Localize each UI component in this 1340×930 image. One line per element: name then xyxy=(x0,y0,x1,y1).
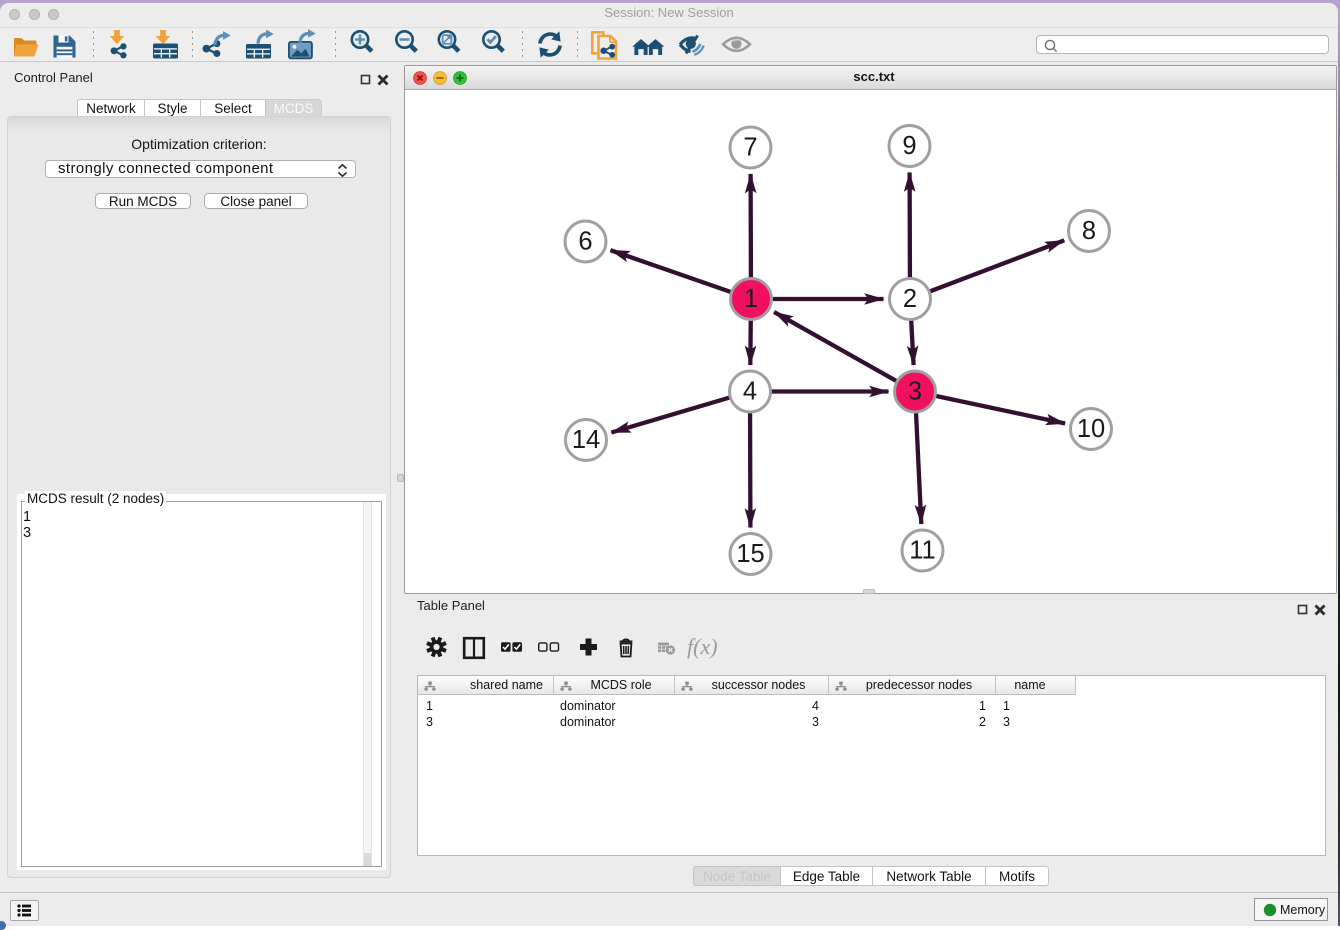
svg-text:10: 10 xyxy=(1077,415,1105,443)
svg-text:14: 14 xyxy=(572,426,600,454)
svg-text:9: 9 xyxy=(902,132,916,160)
svg-text:f(x): f(x) xyxy=(687,634,718,659)
svg-text:7: 7 xyxy=(743,133,757,161)
svg-text:6: 6 xyxy=(578,227,592,255)
svg-text:15: 15 xyxy=(736,540,764,568)
svg-text:1: 1 xyxy=(744,285,758,313)
svg-text:2: 2 xyxy=(903,285,917,313)
svg-text:11: 11 xyxy=(909,536,935,564)
svg-text:8: 8 xyxy=(1082,217,1096,245)
svg-text:3: 3 xyxy=(908,377,922,405)
svg-text:4: 4 xyxy=(743,377,757,405)
